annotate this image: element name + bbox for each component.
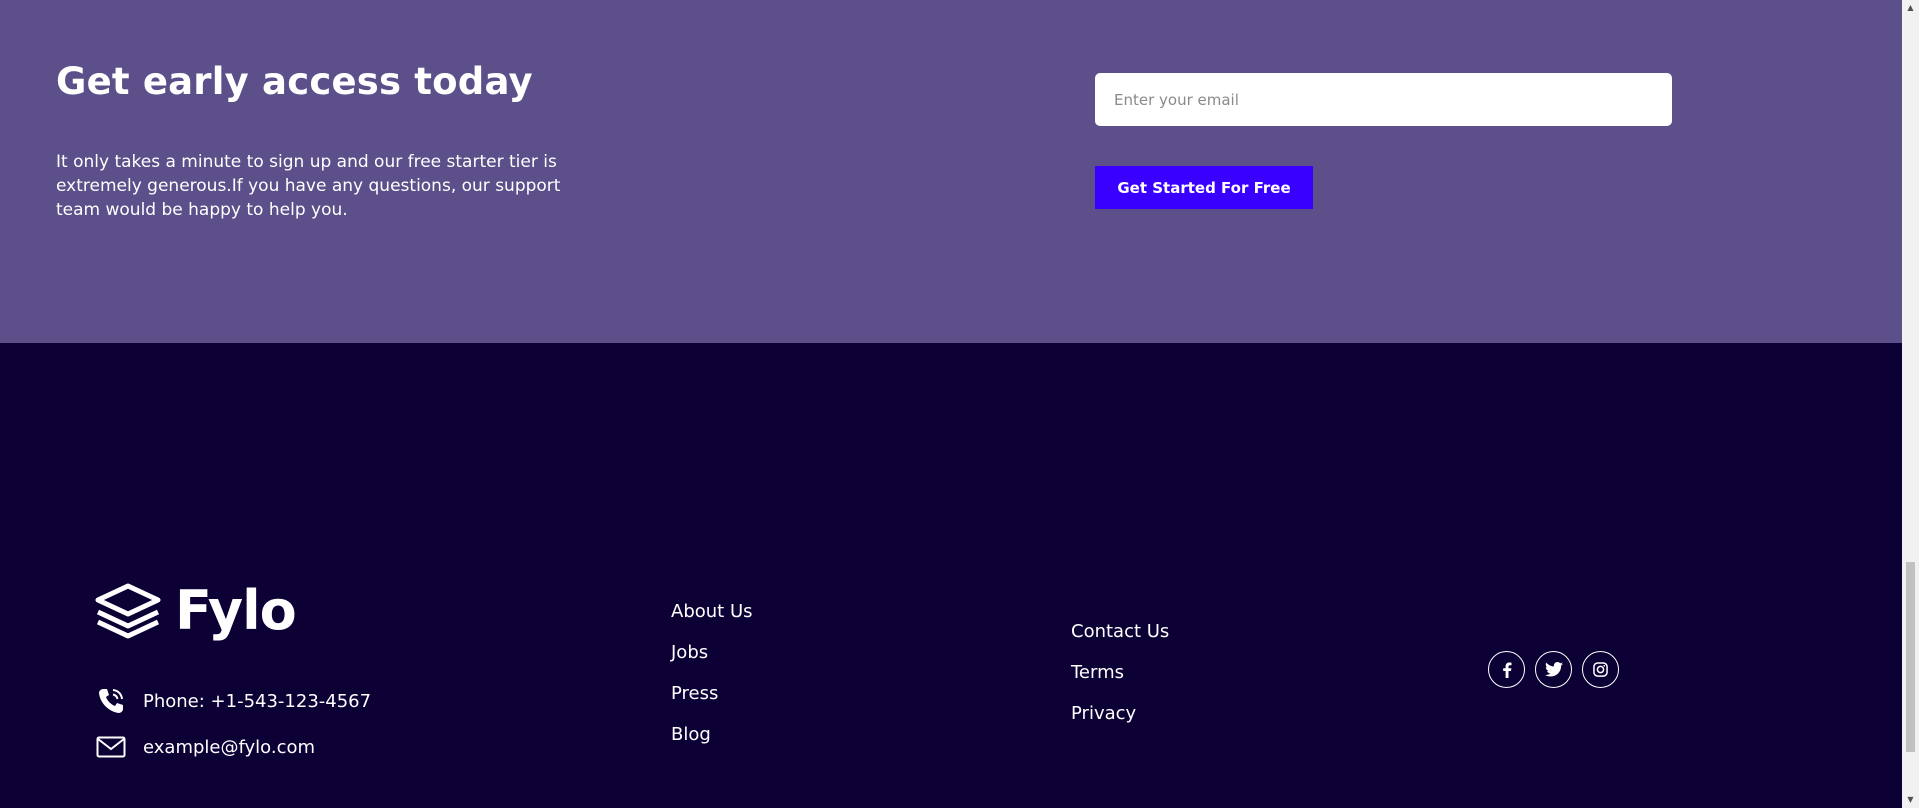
link-blog[interactable]: Blog	[671, 723, 753, 764]
link-press[interactable]: Press	[671, 682, 753, 723]
layers-logo-icon	[95, 583, 161, 639]
cta-description: It only takes a minute to sign up and ou…	[56, 152, 561, 220]
link-contact-us[interactable]: Contact Us	[1071, 620, 1169, 661]
link-terms[interactable]: Terms	[1071, 661, 1169, 702]
social-links	[1488, 651, 1619, 688]
scrollbar-thumb[interactable]	[1906, 562, 1915, 752]
cta-title: Get early access today	[56, 60, 533, 103]
footer: Fylo Phone: +1-543-123-4567 example@fylo…	[0, 343, 1902, 808]
fylo-logo[interactable]: Fylo	[95, 579, 297, 642]
link-jobs[interactable]: Jobs	[671, 641, 753, 682]
footer-links-company: About Us Jobs Press Blog	[671, 600, 753, 764]
early-access-section: Get early access today It only takes a m…	[0, 0, 1902, 343]
phone-number: Phone: +1-543-123-4567	[143, 690, 372, 712]
vertical-scrollbar[interactable]: ▲ ▼	[1902, 0, 1919, 808]
instagram-icon	[1593, 662, 1608, 677]
footer-links-support: Contact Us Terms Privacy	[1071, 620, 1169, 743]
logo-wordmark: Fylo	[175, 579, 297, 642]
twitter-icon	[1544, 662, 1563, 677]
contact-email: example@fylo.com	[95, 731, 315, 763]
instagram-button[interactable]	[1582, 651, 1619, 688]
mail-icon	[95, 731, 127, 763]
scroll-down-icon[interactable]: ▼	[1906, 794, 1915, 806]
phone-icon	[95, 685, 127, 717]
facebook-button[interactable]	[1488, 651, 1525, 688]
link-privacy[interactable]: Privacy	[1071, 702, 1169, 743]
page: Get early access today It only takes a m…	[0, 0, 1902, 808]
link-about-us[interactable]: About Us	[671, 600, 753, 641]
scroll-up-icon[interactable]: ▲	[1906, 2, 1915, 14]
email-input[interactable]	[1095, 73, 1672, 126]
facebook-icon	[1502, 662, 1511, 678]
get-started-button[interactable]: Get Started For Free	[1095, 166, 1313, 209]
email-address[interactable]: example@fylo.com	[143, 737, 315, 758]
contact-phone: Phone: +1-543-123-4567	[95, 685, 371, 717]
twitter-button[interactable]	[1535, 651, 1572, 688]
